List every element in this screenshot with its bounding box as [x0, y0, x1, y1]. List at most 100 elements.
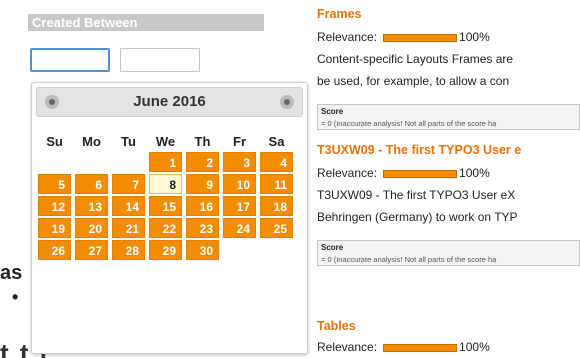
calendar-day[interactable]: 28: [112, 240, 145, 260]
score-label: Score: [321, 107, 344, 116]
result-snippet-line: Behringen (Germany) to work on TYP: [317, 210, 518, 224]
calendar-day[interactable]: 27: [75, 240, 108, 260]
background-text-fragment: as: [0, 262, 23, 284]
calendar-day[interactable]: 30: [186, 240, 219, 260]
result-title-link[interactable]: Frames: [317, 7, 361, 21]
relevance-label: Relevance:: [317, 166, 378, 180]
result-relevance: Relevance: 100%: [317, 166, 490, 180]
calendar-cell: 21: [112, 218, 145, 238]
calendar-cell: 3: [223, 152, 256, 172]
calendar-day[interactable]: 23: [186, 218, 219, 238]
calendar-empty-cell: [112, 152, 145, 172]
result-relevance: Relevance: 100%: [317, 30, 490, 44]
result-snippet-line: Content-specific Layouts Frames are: [317, 52, 514, 66]
relevance-value: 100%: [459, 166, 490, 180]
relevance-value: 100%: [459, 30, 490, 44]
result-title-link[interactable]: T3UXW09 - The first TYPO3 User e: [317, 143, 521, 157]
calendar-day[interactable]: 6: [75, 174, 108, 194]
calendar-day[interactable]: 2: [186, 152, 219, 172]
calendar-cell: 13: [75, 196, 108, 216]
calendar-cell: 8: [149, 174, 182, 194]
calendar-day[interactable]: 12: [38, 196, 71, 216]
calendar-cell: 22: [149, 218, 182, 238]
score-label: Score: [321, 243, 344, 252]
calendar-day[interactable]: 10: [223, 174, 256, 194]
calendar-days: 1 2 3 4 5 6 7 8 9 10 11 12 13 14 15 16 17 18 19 20 21 22 23 24 2…: [38, 152, 293, 260]
weekday-th: Th: [194, 133, 211, 149]
calendar-week-row: 26 27 28 29 30: [38, 240, 293, 260]
relevance-bar: [383, 169, 458, 178]
calendar-day[interactable]: 21: [112, 218, 145, 238]
calendar-day[interactable]: 20: [75, 218, 108, 238]
calendar-week-row: 12 13 14 15 16 17 18: [38, 196, 293, 216]
score-text: = 0 (Inaccurate analysis! Not all parts …: [321, 255, 497, 264]
weekday-mo: Mo: [82, 133, 101, 149]
calendar-cell: [223, 240, 256, 260]
calendar-cell: 2: [186, 152, 219, 172]
calendar-cell: 14: [112, 196, 145, 216]
calendar-cell: 29: [149, 240, 182, 260]
calendar-day[interactable]: 13: [75, 196, 108, 216]
calendar-empty-cell: [38, 152, 71, 172]
calendar-week-row: 19 20 21 22 23 24 25: [38, 218, 293, 238]
calendar-cell: 12: [38, 196, 71, 216]
result-relevance: Relevance: 100%: [317, 340, 490, 354]
calendar-empty-cell: [75, 152, 108, 172]
weekday-we: We: [155, 133, 176, 149]
calendar-day[interactable]: 11: [260, 174, 293, 194]
calendar-cell: 23: [186, 218, 219, 238]
calendar-cell: 17: [223, 196, 256, 216]
calendar-cell: 26: [38, 240, 71, 260]
calendar-day[interactable]: 3: [223, 152, 256, 172]
calendar-day[interactable]: 16: [186, 196, 219, 216]
calendar-cell: 16: [186, 196, 219, 216]
calendar-day[interactable]: 5: [38, 174, 71, 194]
calendar-cell: [38, 152, 71, 172]
calendar-cell: 15: [149, 196, 182, 216]
calendar-cell: 19: [38, 218, 71, 238]
created-between-header: Created Between: [28, 14, 264, 31]
calendar-day[interactable]: 14: [112, 196, 145, 216]
calendar-day[interactable]: 17: [223, 196, 256, 216]
calendar-cell: 28: [112, 240, 145, 260]
score-text: = 0 (Inaccurate analysis! Not all parts …: [321, 119, 497, 128]
calendar-day[interactable]: 9: [186, 174, 219, 194]
calendar-cell: 9: [186, 174, 219, 194]
datepicker-popup: June 2016 Su Mo Tu We Th Fr Sa 123456789…: [31, 82, 308, 354]
calendar-day[interactable]: 26: [38, 240, 71, 260]
relevance-label: Relevance:: [317, 340, 378, 354]
calendar-empty-cell: [223, 240, 256, 260]
calendar-day[interactable]: 15: [149, 196, 182, 216]
date-from-input[interactable]: [30, 48, 110, 72]
datepicker-header: June 2016: [36, 87, 303, 117]
score-box: Score = 0 (Inaccurate analysis! Not all …: [317, 240, 580, 266]
result-snippet-line: T3UXW09 - The first TYPO3 User eX: [317, 188, 516, 202]
weekday-su: Su: [46, 133, 63, 149]
next-month-icon[interactable]: [280, 95, 294, 109]
calendar-cell: 10: [223, 174, 256, 194]
calendar-day[interactable]: 29: [149, 240, 182, 260]
calendar-day[interactable]: 4: [260, 152, 293, 172]
datepicker-month-title: June 2016: [133, 93, 206, 110]
calendar-cell: 25: [260, 218, 293, 238]
calendar-day[interactable]: 18: [260, 196, 293, 216]
calendar-cell: 20: [75, 218, 108, 238]
calendar-day[interactable]: 19: [38, 218, 71, 238]
calendar-day[interactable]: 1: [149, 152, 182, 172]
calendar-cell: 4: [260, 152, 293, 172]
date-to-input[interactable]: [120, 48, 200, 72]
calendar-day[interactable]: 22: [149, 218, 182, 238]
calendar-day[interactable]: 7: [112, 174, 145, 194]
calendar-day-today[interactable]: 8: [149, 174, 182, 194]
calendar-empty-cell: [260, 240, 293, 260]
calendar-day[interactable]: 25: [260, 218, 293, 238]
calendar-week-row: 1234: [38, 152, 293, 172]
calendar-week-row: 5 6 7 8 9 10 11: [38, 174, 293, 194]
result-title-link[interactable]: Tables: [317, 319, 356, 333]
calendar-cell: [260, 240, 293, 260]
calendar-cell: 5: [38, 174, 71, 194]
relevance-label: Relevance:: [317, 30, 378, 44]
score-box: Score = 0 (Inaccurate analysis! Not all …: [317, 104, 580, 130]
background-bullet: •: [12, 287, 19, 307]
calendar-day[interactable]: 24: [223, 218, 256, 238]
